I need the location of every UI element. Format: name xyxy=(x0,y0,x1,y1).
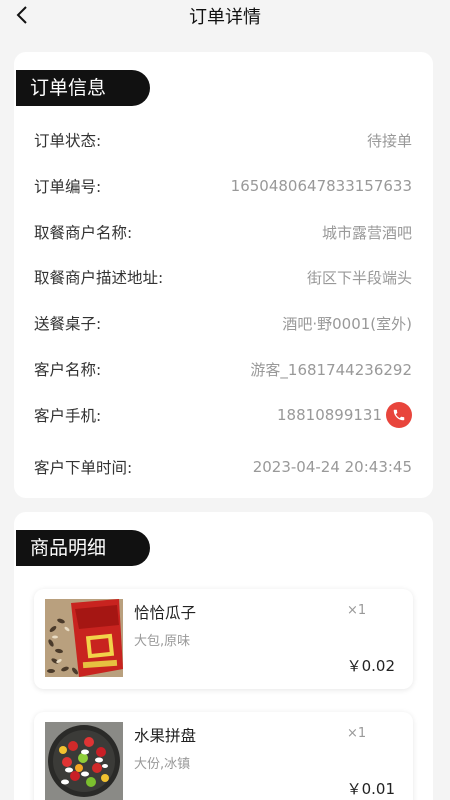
order-time-row: 客户下单时间: 2023-04-24 20:43:45 xyxy=(34,455,412,479)
customer-phone-number[interactable]: 18810899131 xyxy=(277,406,382,424)
product-spec: 大份,冰镇 xyxy=(134,757,191,772)
order-number-label: 订单编号: xyxy=(34,178,102,196)
customer-phone-value: 18810899131 xyxy=(277,402,412,428)
product-quantity: ×1 xyxy=(347,603,367,618)
merchant-address-label: 取餐商户描述地址: xyxy=(34,269,164,287)
order-info-card: 订单信息 订单状态: 待接单 订单编号: 1650480647833157633… xyxy=(14,52,433,498)
customer-phone-row: 客户手机: 18810899131 xyxy=(34,402,412,428)
order-number-value: 1650480647833157633 xyxy=(230,177,412,195)
order-info-section-title: 订单信息 xyxy=(16,70,150,106)
order-status-row: 订单状态: 待接单 xyxy=(34,128,412,152)
merchant-address-value: 街区下半段端头 xyxy=(306,268,412,287)
page-title: 订单详情 xyxy=(189,7,261,28)
customer-name-label: 客户名称: xyxy=(34,361,102,379)
goods-section-title: 商品明细 xyxy=(16,530,150,566)
order-status-value: 待接单 xyxy=(366,131,412,150)
order-status-label: 订单状态: xyxy=(34,132,102,150)
product-image-fruit-platter xyxy=(45,722,123,800)
phone-icon[interactable] xyxy=(392,408,406,422)
customer-name-row: 客户名称: 游客_1681744236292 xyxy=(34,357,412,381)
delivery-table-label: 送餐桌子: xyxy=(34,315,102,333)
merchant-name-value: 城市露营酒吧 xyxy=(321,223,412,242)
list-item[interactable]: 恰恰瓜子 大包,原味 ×1 ￥0.02 xyxy=(34,589,413,689)
customer-name-value: 游客_1681744236292 xyxy=(250,360,412,379)
order-time-value: 2023-04-24 20:43:45 xyxy=(252,458,412,476)
product-spec: 大包,原味 xyxy=(134,634,191,649)
delivery-table-value: 酒吧·野0001(室外) xyxy=(282,314,412,333)
product-name: 恰恰瓜子 xyxy=(134,604,197,622)
merchant-address-row: 取餐商户描述地址: 街区下半段端头 xyxy=(34,265,412,289)
merchant-name-row: 取餐商户名称: 城市露营酒吧 xyxy=(34,220,412,244)
goods-detail-card: 商品明细 恰恰瓜子 大包,原味 ×1 ￥0.02 水果拼盘 大份,冰镇 ×1 ￥… xyxy=(14,512,433,800)
list-item[interactable]: 水果拼盘 大份,冰镇 ×1 ￥0.01 xyxy=(34,712,413,800)
customer-phone-label: 客户手机: xyxy=(34,407,102,425)
order-number-row: 订单编号: 1650480647833157633 xyxy=(34,174,412,198)
product-quantity: ×1 xyxy=(347,726,367,741)
product-name: 水果拼盘 xyxy=(134,727,197,745)
table-row-delivery: 送餐桌子: 酒吧·野0001(室外) xyxy=(34,311,412,335)
nav-bar: 订单详情 xyxy=(0,0,450,34)
call-button[interactable] xyxy=(386,402,412,428)
merchant-name-label: 取餐商户名称: xyxy=(34,224,133,242)
product-price: ￥0.01 xyxy=(346,780,395,798)
product-price: ￥0.02 xyxy=(346,657,395,675)
product-image-sunflower-seeds xyxy=(45,599,123,677)
order-time-label: 客户下单时间: xyxy=(34,459,133,477)
